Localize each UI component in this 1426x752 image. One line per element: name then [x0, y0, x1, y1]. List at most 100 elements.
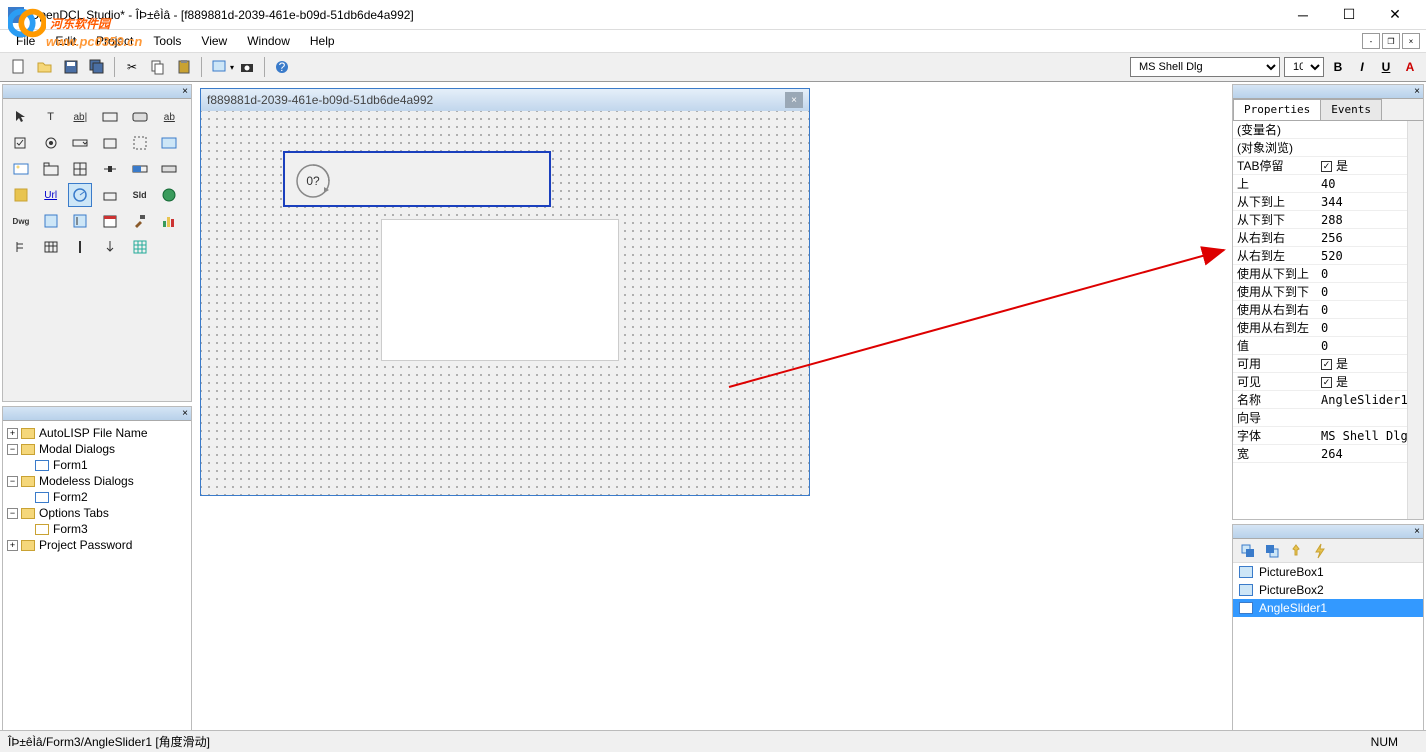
- object-item-picturebox1[interactable]: PictureBox1: [1233, 563, 1423, 581]
- property-row[interactable]: 使用从右到左0: [1233, 319, 1407, 337]
- tree-node-modeless[interactable]: −Modeless Dialogs: [7, 473, 187, 489]
- tool-spinner[interactable]: [9, 183, 33, 207]
- add-form-button[interactable]: [208, 56, 230, 78]
- save-button[interactable]: [60, 56, 82, 78]
- property-row[interactable]: 从右到左520: [1233, 247, 1407, 265]
- tree-node-form1[interactable]: Form1: [7, 457, 187, 473]
- property-row[interactable]: 从右到右256: [1233, 229, 1407, 247]
- copy-button[interactable]: [147, 56, 169, 78]
- mdi-minimize-button[interactable]: -: [1362, 33, 1380, 49]
- menu-help[interactable]: Help: [300, 32, 345, 50]
- tab-events[interactable]: Events: [1320, 99, 1382, 120]
- tool-scrollbar[interactable]: [157, 157, 181, 181]
- mdi-close-button[interactable]: ×: [1402, 33, 1420, 49]
- mdi-restore-button[interactable]: ❐: [1382, 33, 1400, 49]
- props-close-icon[interactable]: ×: [1414, 86, 1420, 97]
- tool-chart[interactable]: [157, 209, 181, 233]
- send-back-button[interactable]: [1263, 542, 1281, 560]
- tool-image[interactable]: [157, 131, 181, 155]
- tool-angleslider[interactable]: [68, 183, 92, 207]
- property-row[interactable]: (对象浏览): [1233, 139, 1407, 157]
- property-row[interactable]: 可用✓是: [1233, 355, 1407, 373]
- tool-calendar[interactable]: [98, 209, 122, 233]
- tool-tree2[interactable]: [9, 235, 33, 259]
- tool-url[interactable]: Url: [39, 183, 63, 207]
- tree-node-autolisp[interactable]: +AutoLISP File Name: [7, 425, 187, 441]
- tree-node-password[interactable]: +Project Password: [7, 537, 187, 553]
- tool-textbox[interactable]: [98, 105, 122, 129]
- lightning-button[interactable]: [1311, 542, 1329, 560]
- property-row[interactable]: 上40: [1233, 175, 1407, 193]
- bold-button[interactable]: B: [1328, 57, 1348, 77]
- tool-graphic[interactable]: [98, 183, 122, 207]
- zorder-close-icon[interactable]: ×: [1414, 526, 1420, 537]
- tool-combobox[interactable]: [68, 131, 92, 155]
- tool-table[interactable]: [39, 235, 63, 259]
- property-row[interactable]: 值0: [1233, 337, 1407, 355]
- tool-checkbox[interactable]: [9, 131, 33, 155]
- tool-grid2[interactable]: [128, 235, 152, 259]
- object-item-picturebox2[interactable]: PictureBox2: [1233, 581, 1423, 599]
- tool-radio[interactable]: [39, 131, 63, 155]
- tool-hammer[interactable]: [128, 209, 152, 233]
- font-family-select[interactable]: MS Shell Dlg: [1130, 57, 1280, 77]
- tool-splitter[interactable]: [68, 235, 92, 259]
- designer-window[interactable]: f889881d-2039-461e-b09d-51db6de4a992 × 0…: [200, 88, 810, 496]
- tool-picturebox[interactable]: [9, 157, 33, 181]
- new-button[interactable]: [8, 56, 30, 78]
- menu-window[interactable]: Window: [237, 32, 300, 50]
- tool-sld[interactable]: Sld: [128, 183, 152, 207]
- tool-arrow[interactable]: [98, 235, 122, 259]
- open-button[interactable]: [34, 56, 56, 78]
- property-row[interactable]: 使用从下到上0: [1233, 265, 1407, 283]
- designer-close-button[interactable]: ×: [785, 92, 803, 108]
- tree-node-form3[interactable]: Form3: [7, 521, 187, 537]
- props-vertical-scrollbar[interactable]: [1407, 121, 1423, 519]
- tool-listbox[interactable]: ab: [157, 105, 181, 129]
- tree-node-options[interactable]: −Options Tabs: [7, 505, 187, 521]
- bring-front-button[interactable]: [1239, 542, 1257, 560]
- tool-treeview[interactable]: [68, 209, 92, 233]
- object-item-angleslider1[interactable]: AngleSlider1: [1233, 599, 1423, 617]
- pin-button[interactable]: [1287, 542, 1305, 560]
- tool-dwg[interactable]: Dwg: [9, 209, 33, 233]
- tree-node-form2[interactable]: Form2: [7, 489, 187, 505]
- tool-label[interactable]: ab|: [68, 105, 92, 129]
- tree-close-icon[interactable]: ×: [182, 408, 188, 419]
- tool-text[interactable]: T: [39, 105, 63, 129]
- tab-properties[interactable]: Properties: [1233, 99, 1321, 120]
- designer-area[interactable]: f889881d-2039-461e-b09d-51db6de4a992 × 0…: [194, 82, 1230, 746]
- property-row[interactable]: (变量名): [1233, 121, 1407, 139]
- property-row[interactable]: 可见✓是: [1233, 373, 1407, 391]
- menu-tools[interactable]: Tools: [143, 32, 191, 50]
- tool-progress[interactable]: [128, 157, 152, 181]
- tool-listview[interactable]: [39, 209, 63, 233]
- picturebox-control[interactable]: [381, 219, 619, 361]
- save-all-button[interactable]: [86, 56, 108, 78]
- toolbox-close-icon[interactable]: ×: [182, 86, 188, 97]
- help-button[interactable]: ?: [271, 56, 293, 78]
- window-minimize-button[interactable]: ─: [1280, 0, 1326, 30]
- camera-button[interactable]: [236, 56, 258, 78]
- property-row[interactable]: TAB停留✓是: [1233, 157, 1407, 175]
- underline-button[interactable]: U: [1376, 57, 1396, 77]
- tool-globe[interactable]: [157, 183, 181, 207]
- property-row[interactable]: 宽264: [1233, 445, 1407, 463]
- paste-button[interactable]: [173, 56, 195, 78]
- italic-button[interactable]: I: [1352, 57, 1372, 77]
- tree-node-modal[interactable]: −Modal Dialogs: [7, 441, 187, 457]
- property-row[interactable]: 字体MS Shell Dlg: [1233, 427, 1407, 445]
- tool-pointer[interactable]: [9, 105, 33, 129]
- tool-tabctrl[interactable]: [39, 157, 63, 181]
- property-row[interactable]: 向导: [1233, 409, 1407, 427]
- object-list[interactable]: PictureBox1 PictureBox2 AngleSlider1: [1233, 563, 1423, 743]
- tool-grid[interactable]: [68, 157, 92, 181]
- window-close-button[interactable]: ✕: [1372, 0, 1418, 30]
- font-color-button[interactable]: A: [1400, 57, 1420, 77]
- property-row[interactable]: 名称AngleSlider1: [1233, 391, 1407, 409]
- property-row[interactable]: 从下到上344: [1233, 193, 1407, 211]
- window-maximize-button[interactable]: ☐: [1326, 0, 1372, 30]
- property-row[interactable]: 从下到下288: [1233, 211, 1407, 229]
- selected-angleslider[interactable]: 0?: [283, 151, 551, 207]
- property-row[interactable]: 使用从下到下0: [1233, 283, 1407, 301]
